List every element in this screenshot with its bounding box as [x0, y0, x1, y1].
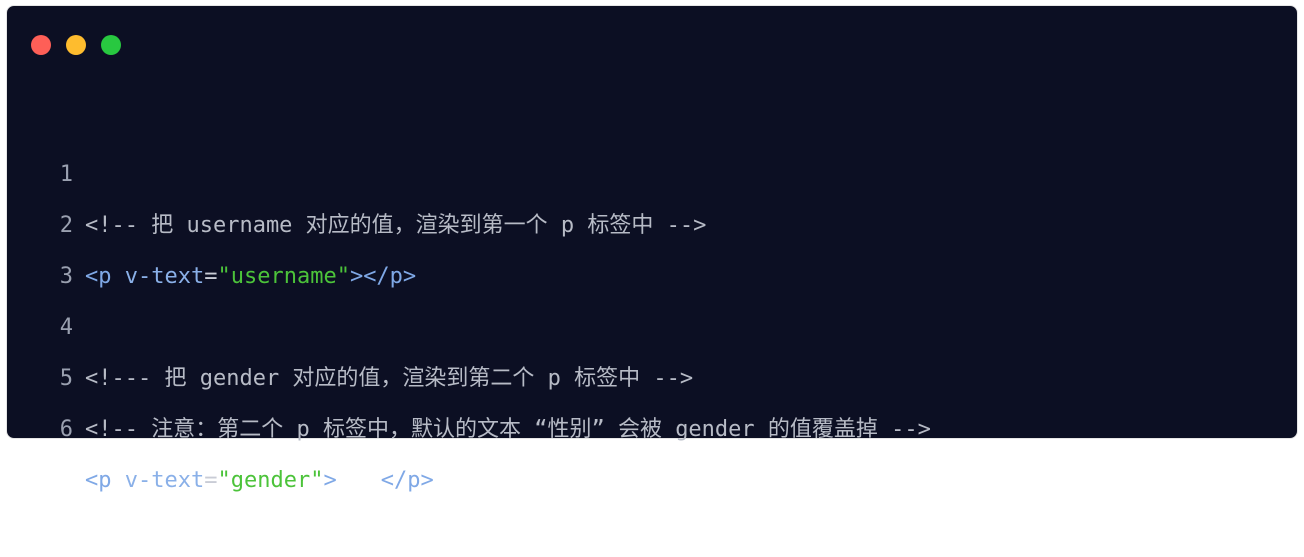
code-line-4: 4 <!--- 把 gender 对应的值，渲染到第二个 p 标签中 -->	[7, 251, 1297, 391]
code-line-1: 1 <!-- 把 username 对应的值，渲染到第一个 p 标签中 -->	[7, 98, 1297, 238]
close-tag: </p>	[380, 468, 434, 493]
html-comment: <!-- 注意：第二个 p 标签中，默认的文本 “性别” 会被 gender 的…	[85, 417, 931, 442]
open-tag: <p	[85, 468, 112, 493]
code-line-2: 2 <p v-text="username"></p>	[7, 149, 1297, 289]
code-window: 1 <!-- 把 username 对应的值，渲染到第一个 p 标签中 --> …	[6, 5, 1298, 493]
equals-sign: =	[204, 468, 218, 493]
code-line-3: 3	[7, 200, 1297, 289]
attribute-name: v-text	[124, 468, 205, 493]
code-block: 1 <!-- 把 username 对应的值，渲染到第一个 p 标签中 --> …	[7, 98, 1297, 493]
code-line-6: 6 <p v-text="gender">性别</p>	[7, 353, 1297, 493]
attribute-value: "gender"	[217, 468, 324, 493]
maximize-dot-icon[interactable]	[101, 35, 121, 55]
code-line-5: 5 <!-- 注意：第二个 p 标签中，默认的文本 “性别” 会被 gender…	[7, 302, 1297, 442]
close-dot-icon[interactable]	[31, 35, 51, 55]
tag-close-bracket: >	[323, 468, 337, 493]
element-text: 性别	[336, 468, 381, 493]
code-content: <p v-text="gender">性别</p>	[85, 455, 434, 506]
minimize-dot-icon[interactable]	[66, 35, 86, 55]
line-number: 6	[59, 417, 73, 442]
